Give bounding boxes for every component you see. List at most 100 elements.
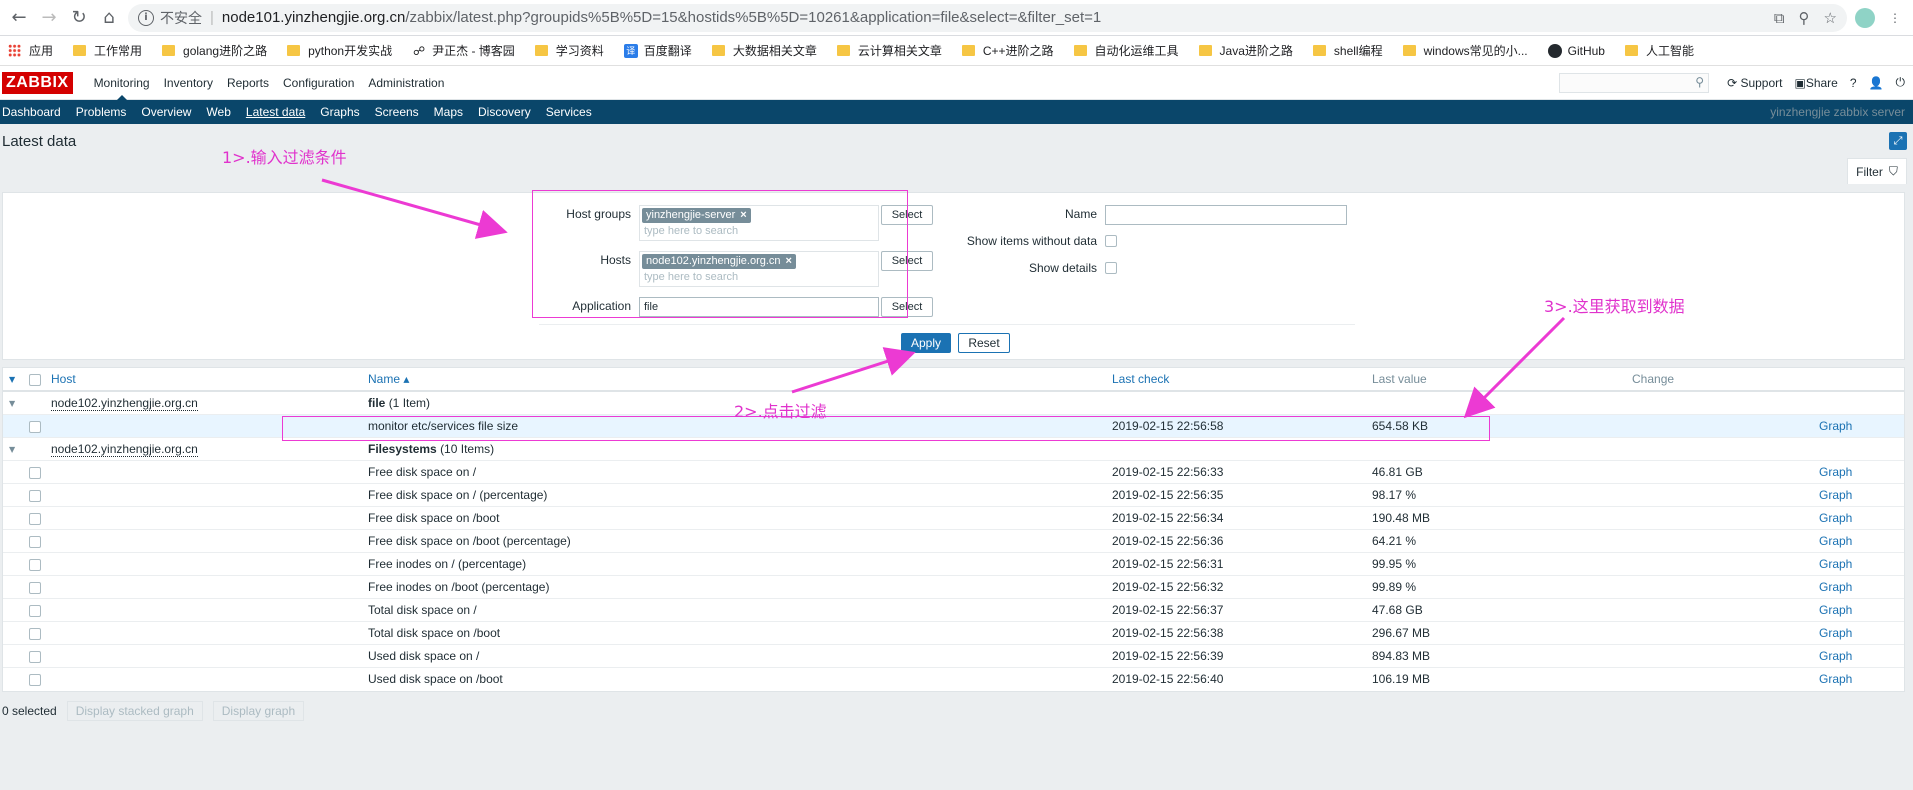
bookmark-item[interactable]: 云计算相关文章 [836,42,942,59]
submenu-problems[interactable]: Problems [74,100,127,124]
bookmark-item[interactable]: 人工智能 [1624,42,1694,59]
submenu-graphs[interactable]: Graphs [318,100,359,124]
menu-kebab-icon[interactable]: ⋮ [1889,11,1901,25]
bookmark-item[interactable]: python开发实战 [287,42,392,59]
column-last-check[interactable]: Last check [1112,368,1169,391]
bookmark-apps[interactable]: 应用 [8,42,53,59]
apply-button[interactable]: Apply [901,333,951,353]
global-search-input[interactable]: ⚲ [1559,72,1710,93]
collapse-all-icon[interactable]: ▼ [9,368,15,391]
column-name[interactable]: Name ▴ [368,368,409,391]
column-host[interactable]: Host [51,368,76,391]
graph-link[interactable]: Graph [1819,530,1852,553]
graph-link[interactable]: Graph [1819,599,1852,622]
graph-link[interactable]: Graph [1819,668,1852,691]
zoom-icon[interactable]: ⚲ [1799,9,1810,27]
item-last-check: 2019-02-15 22:56:39 [1112,649,1224,663]
row-checkbox[interactable] [29,536,41,548]
info-icon[interactable]: i [138,9,154,26]
zabbix-logo[interactable]: ZABBIX [2,71,73,94]
bookmark-item[interactable]: windows常见的小... [1402,42,1528,59]
menu-administration[interactable]: Administration [361,66,451,100]
reload-icon[interactable]: ↻ [64,3,94,33]
row-checkbox[interactable] [29,582,41,594]
submenu-web[interactable]: Web [204,100,230,124]
row-checkbox[interactable] [29,605,41,617]
help-link[interactable]: ? [1850,76,1857,90]
filter-tab-label: Filter [1856,164,1883,179]
graph-link[interactable]: Graph [1819,576,1852,599]
graph-link[interactable]: Graph [1819,622,1852,645]
bookmark-item[interactable]: 译百度翻译 [623,42,692,59]
host-link[interactable]: node102.yinzhengjie.org.cn [51,392,198,415]
collapse-group-icon[interactable]: ▼ [9,392,15,415]
filter-tab[interactable]: Filter ⛉ [1847,158,1907,184]
select-all-checkbox[interactable] [29,374,41,386]
display-stacked-graph-button[interactable]: Display stacked graph [66,701,203,721]
back-icon[interactable]: ← [4,3,34,33]
host-link[interactable]: node102.yinzhengjie.org.cn [51,438,198,461]
support-link[interactable]: ⟳ Support [1727,76,1782,90]
application-group: file (1 Item) [368,396,431,410]
row-checkbox[interactable] [29,628,41,640]
show-details-checkbox[interactable] [1105,262,1117,274]
table-header: ▼ Host Name ▴ Last check Last value Chan… [3,368,1904,392]
translate-icon[interactable]: ⧉ [1774,9,1785,27]
bookmark-item[interactable]: golang进阶之路 [162,42,267,59]
bookmark-item[interactable]: GitHub [1547,43,1605,58]
logout-icon[interactable]: ⏻ [1896,75,1906,90]
bookmark-item[interactable]: C++进阶之路 [961,42,1054,59]
fullscreen-icon[interactable]: ⤢ [1889,132,1907,150]
graph-link[interactable]: Graph [1819,484,1852,507]
menu-inventory[interactable]: Inventory [157,66,220,100]
submenu-overview[interactable]: Overview [139,100,191,124]
row-checkbox[interactable] [29,674,41,686]
show-items-without-data-checkbox[interactable] [1105,235,1117,247]
graph-link[interactable]: Graph [1819,507,1852,530]
bookmark-item[interactable]: Java进阶之路 [1198,42,1293,59]
graph-link[interactable]: Graph [1819,645,1852,668]
menu-monitoring[interactable]: Monitoring [87,66,157,100]
bookmark-star-icon[interactable]: ☆ [1824,9,1837,27]
menu-configuration[interactable]: Configuration [276,66,361,100]
bookmark-item[interactable]: 自动化运维工具 [1073,42,1179,59]
bookmark-item[interactable]: 大数据相关文章 [711,42,817,59]
row-checkbox[interactable] [29,490,41,502]
forward-icon[interactable]: → [34,3,64,33]
submenu-discovery[interactable]: Discovery [476,100,531,124]
submenu-screens[interactable]: Screens [373,100,419,124]
user-profile-icon[interactable]: 👤 [1869,76,1884,90]
submenu-latest-data[interactable]: Latest data [244,100,305,124]
name-input[interactable] [1105,205,1347,225]
menu-reports[interactable]: Reports [220,66,276,100]
row-checkbox[interactable] [29,559,41,571]
reset-button[interactable]: Reset [958,333,1010,353]
table-row: Used disk space on / 2019-02-15 22:56:39 8… [3,645,1904,668]
submenu-services[interactable]: Services [544,100,592,124]
home-icon[interactable]: ⌂ [94,3,124,33]
table-row: Free disk space on /boot 2019-02-15 22:56… [3,507,1904,530]
display-graph-button[interactable]: Display graph [212,701,305,721]
bookmark-item[interactable]: 工作常用 [73,42,142,59]
row-checkbox[interactable] [29,467,41,479]
row-checkbox[interactable] [29,513,41,525]
bookmark-item[interactable]: ☍ 尹正杰 - 博客园 [412,42,515,59]
bookmark-item[interactable]: shell编程 [1312,42,1383,59]
profile-avatar[interactable] [1855,7,1875,28]
item-name: Used disk space on / [368,649,480,663]
collapse-group-icon[interactable]: ▼ [9,438,15,461]
graph-link[interactable]: Graph [1819,415,1852,438]
row-checkbox[interactable] [29,421,41,433]
submenu-dashboard[interactable]: Dashboard [0,100,61,124]
graph-link[interactable]: Graph [1819,553,1852,576]
submenu-maps[interactable]: Maps [432,100,463,124]
table-row: Total disk space on / 2019-02-15 22:56:37… [3,599,1904,622]
show-details-label: Show details [1028,261,1097,275]
share-link[interactable]: ▣Share [1794,76,1837,90]
address-bar[interactable]: i 不安全 | node101.yinzhengjie.org.cn/zabbi… [128,3,1847,32]
search-icon[interactable]: ⚲ [1695,75,1704,89]
item-name: Free inodes on / (percentage) [368,557,527,571]
row-checkbox[interactable] [29,651,41,663]
bookmark-item[interactable]: 学习资料 [534,42,604,59]
graph-link[interactable]: Graph [1819,461,1852,484]
